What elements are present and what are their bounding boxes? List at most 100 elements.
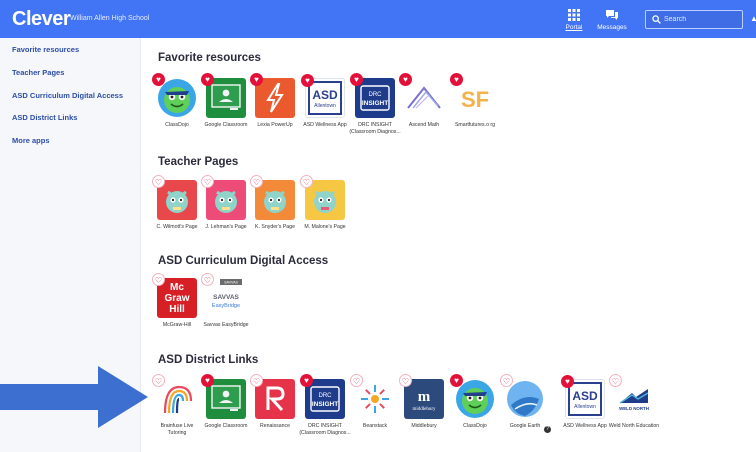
search-input[interactable]: [664, 11, 740, 28]
hill-text: Hill: [169, 304, 185, 315]
messages-nav-button[interactable]: Messages: [594, 9, 630, 35]
app-brainfuse[interactable]: ♡ Brainfuse Live Tutoring: [151, 374, 203, 436]
app-weld-north[interactable]: WELD NORTH ♡ Weld North Education: [608, 374, 660, 430]
chat-icon: [594, 9, 630, 23]
favorite-heart-icon[interactable]: ♥: [201, 374, 214, 387]
app-name: K. Snyder's Page: [255, 224, 295, 230]
app-name: M. Malone's Page: [304, 224, 346, 230]
app-drc-insight-district[interactable]: DRC INSIGHT ♥ DRC INSIGHT (Classroom Diag…: [299, 374, 351, 436]
app-google-earth[interactable]: ♡ Google Earth ?: [499, 374, 551, 433]
asd-wellness-icon: ASD Allentown ♥: [301, 74, 345, 118]
favorite-heart-outline-icon[interactable]: ♡: [201, 175, 214, 188]
sidebar-item-favorite-resources[interactable]: Favorite resources: [12, 45, 79, 54]
sidebar-item-more-apps[interactable]: More apps: [12, 136, 50, 145]
app-teacher-page-lehman[interactable]: ♡ J. Lehman's Page: [200, 175, 252, 231]
app-google-classroom-district[interactable]: ♥ Google Classroom: [200, 374, 252, 430]
middlebury-icon: m middlebury ♡: [399, 374, 444, 419]
section-title-teacher-pages: Teacher Pages: [158, 156, 239, 168]
app-middlebury[interactable]: m middlebury ♡ Middlebury: [398, 374, 450, 430]
app-name: C. Wilmott's Page: [156, 224, 198, 230]
google-classroom-icon: ♥: [201, 374, 246, 419]
favorite-heart-icon[interactable]: ♥: [450, 374, 463, 387]
favorite-heart-outline-icon[interactable]: ♡: [300, 175, 313, 188]
app-classdojo-district[interactable]: ♥ ClassDojo: [449, 374, 501, 430]
sidebar-item-district-links[interactable]: ASD District Links: [12, 113, 77, 122]
app-smartfutures[interactable]: SF ♥ Smartfutures.o rg: [449, 73, 501, 129]
favorite-heart-outline-icon[interactable]: ♡: [500, 374, 513, 387]
app-name: Middlebury: [411, 423, 437, 429]
favorite-heart-outline-icon[interactable]: ♡: [609, 374, 622, 387]
user-menu-edge[interactable]: ▲: [750, 14, 756, 23]
app-teacher-page-snyder[interactable]: ♡ K. Snyder's Page: [249, 175, 301, 231]
favorite-heart-icon[interactable]: ♥: [450, 73, 463, 86]
sf-text: SF: [461, 87, 489, 112]
app-drc-insight[interactable]: DRC INSIGHT ♥ DRC INSIGHT (Classroom Diag…: [349, 73, 401, 135]
insight-text: INSIGHT: [362, 100, 388, 107]
favorite-heart-outline-icon[interactable]: ♡: [152, 374, 165, 387]
favorite-heart-icon[interactable]: ♥: [350, 73, 363, 86]
school-name: William Allen High School: [70, 15, 150, 22]
app-name: Weld North Education: [608, 423, 660, 429]
favorite-heart-outline-icon[interactable]: ♡: [152, 273, 165, 286]
favorite-heart-icon[interactable]: ♥: [300, 374, 313, 387]
favorite-heart-outline-icon[interactable]: ♡: [201, 273, 214, 286]
app-name: J. Lehman's Page: [205, 224, 247, 230]
graw-text: Graw: [164, 293, 189, 304]
app-name: ClassDojo: [165, 122, 189, 128]
search-box[interactable]: [645, 10, 743, 29]
favorite-heart-outline-icon[interactable]: ♡: [399, 374, 412, 387]
app-name: DRC INSIGHT (Classroom Diagnos...: [299, 423, 351, 436]
section-title-favorite-resources: Favorite resources: [158, 52, 261, 64]
grid-icon: [556, 9, 592, 23]
search-icon: [652, 15, 661, 24]
sidebar-item-curriculum-digital-access[interactable]: ASD Curriculum Digital Access: [12, 91, 123, 100]
app-name: ASD Wellness App: [563, 423, 607, 429]
teacher-page-icon: ♡: [300, 175, 345, 220]
teacher-page-icon: ♡: [152, 175, 197, 220]
app-name: ASD Wellness App: [303, 122, 347, 128]
insight-text: INSIGHT: [312, 401, 338, 408]
favorite-heart-outline-icon[interactable]: ♡: [250, 374, 263, 387]
weld-north-icon: WELD NORTH ♡: [609, 374, 654, 419]
favorite-heart-icon[interactable]: ♥: [152, 73, 165, 86]
app-asd-wellness[interactable]: ASD Allentown ♥ ASD Wellness App: [299, 74, 351, 129]
brainfuse-icon: ♡: [152, 374, 197, 419]
favorite-heart-icon[interactable]: ♥: [301, 74, 314, 87]
google-classroom-icon: ♥: [201, 73, 246, 118]
app-savvas-easybridge[interactable]: SAVVAS SAVVAS EasyBridge ♡ Savvas EasyBrid…: [200, 273, 252, 329]
favorite-heart-icon[interactable]: ♥: [201, 73, 214, 86]
asd-text: ASD: [312, 88, 338, 102]
drc-text: DRC: [319, 393, 333, 399]
app-google-classroom[interactable]: ♥ Google Classroom: [200, 73, 252, 129]
app-lexia-powerup[interactable]: ♥ Lexia PowerUp: [249, 73, 301, 129]
favorite-heart-outline-icon[interactable]: ♡: [152, 175, 165, 188]
app-classdojo[interactable]: ♥ ClassDojo: [151, 73, 203, 129]
section-title-district-links: ASD District Links: [158, 354, 259, 366]
app-teacher-page-wilmott[interactable]: ♡ C. Wilmott's Page: [151, 175, 203, 231]
app-name: ClassDojo: [463, 423, 487, 429]
app-mcgraw-hill[interactable]: Mc Graw Hill ♡ McGraw-Hill: [151, 273, 203, 329]
clever-logo[interactable]: Clever: [12, 8, 71, 31]
pointer-arrow-icon: [0, 366, 148, 428]
favorite-heart-outline-icon[interactable]: ♡: [250, 175, 263, 188]
app-renaissance[interactable]: ♡ Renaissance: [249, 374, 301, 430]
svg-text:m: m: [418, 389, 431, 405]
info-icon[interactable]: ?: [544, 426, 551, 433]
app-teacher-page-malone[interactable]: ♡ M. Malone's Page: [299, 175, 351, 231]
favorite-heart-icon[interactable]: ♥: [399, 73, 412, 86]
app-ascend-math[interactable]: ♥ Ascend Math: [398, 73, 450, 129]
favorite-heart-icon[interactable]: ♥: [561, 375, 574, 388]
drc-text: DRC: [369, 92, 383, 98]
top-bar: Clever William Allen High School Portal …: [0, 0, 756, 38]
app-beanstack[interactable]: ♡ Beanstack: [349, 374, 401, 430]
portal-nav-button[interactable]: Portal: [556, 9, 592, 35]
middlebury-text: middlebury: [412, 407, 436, 412]
app-asd-wellness-district[interactable]: ASD Allentown ♥ ASD Wellness App: [559, 375, 611, 430]
sidebar-item-teacher-pages[interactable]: Teacher Pages: [12, 68, 64, 77]
weld-text: WELD NORTH: [619, 406, 649, 411]
favorite-heart-outline-icon[interactable]: ♡: [350, 374, 363, 387]
mcgraw-hill-icon: Mc Graw Hill ♡: [152, 273, 197, 318]
smartfutures-icon: SF ♥: [450, 73, 495, 118]
favorite-heart-icon[interactable]: ♥: [250, 73, 263, 86]
teacher-page-icon: ♡: [201, 175, 246, 220]
